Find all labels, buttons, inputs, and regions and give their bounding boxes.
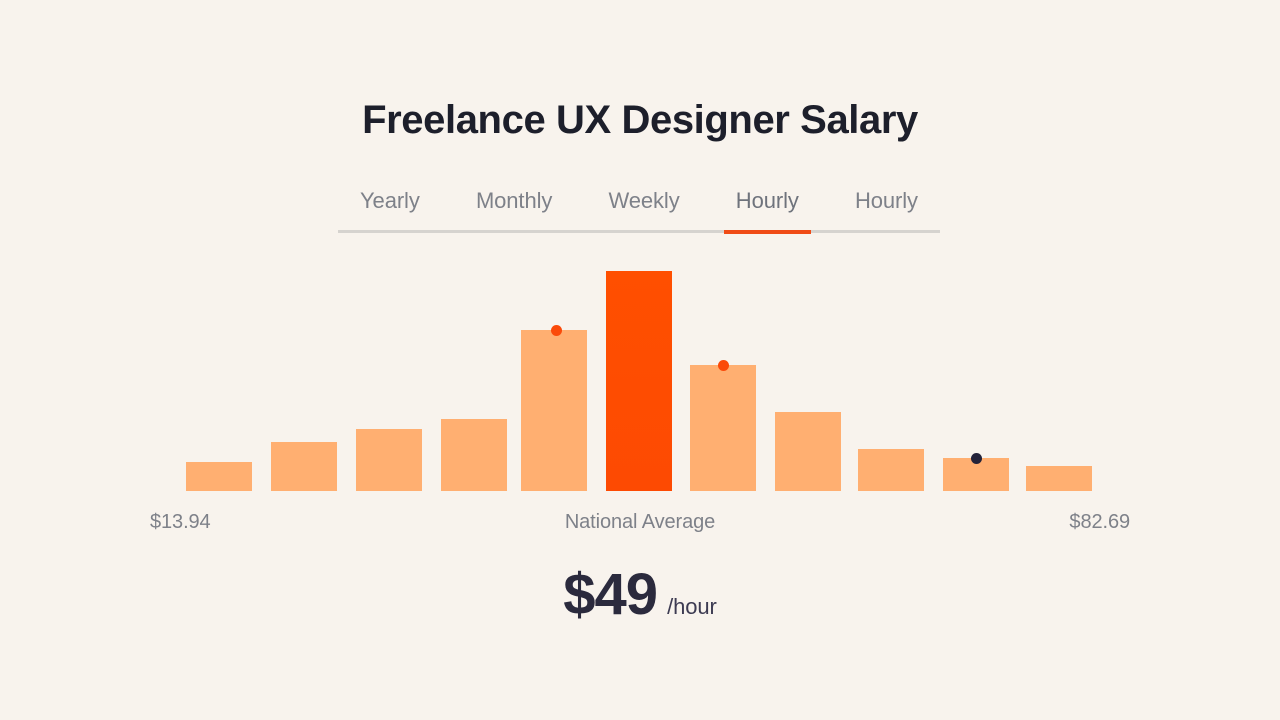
- summary-amount: $49: [563, 562, 658, 627]
- bar[interactable]: [271, 442, 337, 491]
- bar[interactable]: [186, 462, 252, 491]
- marker-dot-accent[interactable]: [717, 359, 729, 371]
- bar-highlighted[interactable]: [606, 271, 672, 491]
- summary-unit: /hour: [667, 594, 717, 619]
- marker-dot-dark[interactable]: [970, 452, 982, 464]
- bar[interactable]: [1026, 466, 1092, 491]
- bar[interactable]: [356, 429, 422, 491]
- bar[interactable]: [521, 330, 587, 491]
- range-max-label: $82.69: [1069, 511, 1130, 533]
- salary-widget: Freelance UX Designer Salary Yearly Month…: [0, 0, 1280, 720]
- bar[interactable]: [775, 412, 841, 491]
- bar[interactable]: [441, 419, 507, 491]
- summary-value: $49/hour: [0, 566, 1280, 624]
- bar[interactable]: [858, 449, 924, 491]
- marker-dot-accent[interactable]: [550, 324, 562, 336]
- bar[interactable]: [690, 365, 756, 491]
